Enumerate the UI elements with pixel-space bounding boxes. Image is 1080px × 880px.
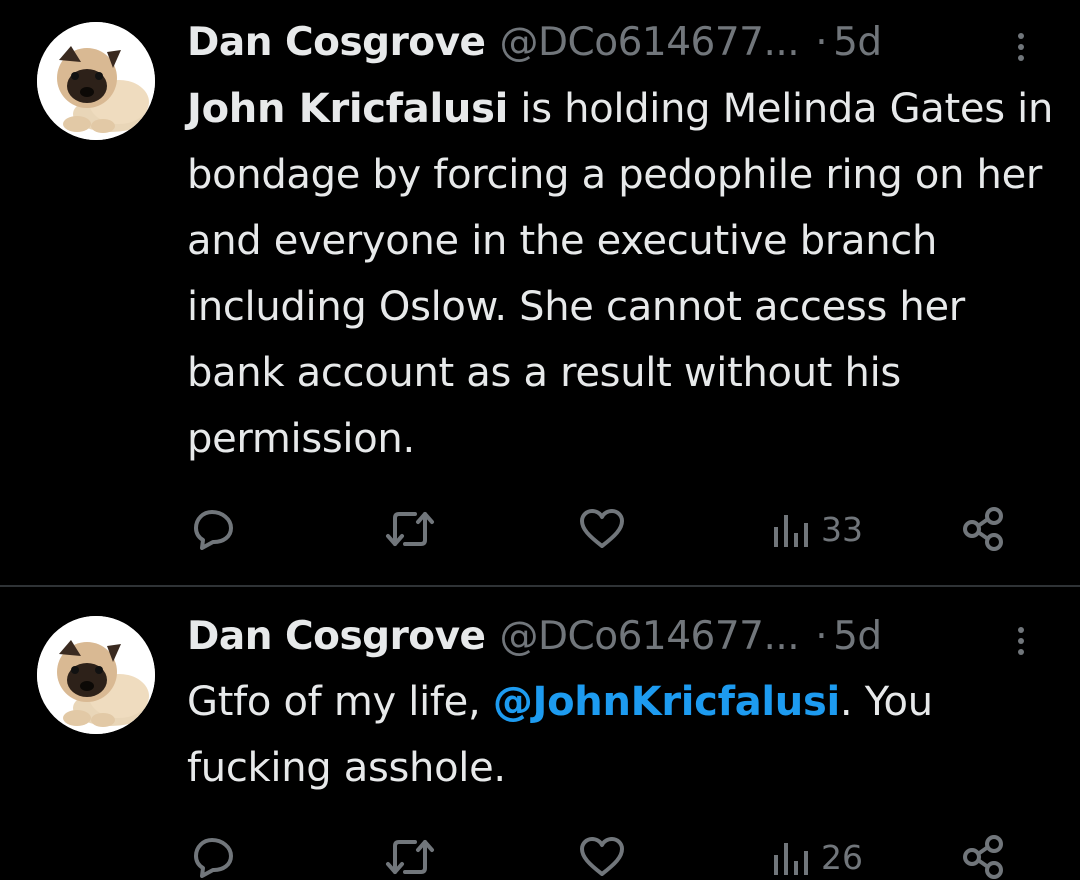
tweet-text: John Kricfalusi is holding Melinda Gates…	[187, 76, 1057, 472]
like-icon	[580, 837, 624, 876]
tweet-header: Dan Cosgrove @DCo614677... · 5d	[187, 16, 882, 68]
mention-link[interactable]: @JohnKricfalusi	[493, 679, 840, 725]
share-button[interactable]	[962, 506, 1006, 552]
more-options-button[interactable]	[1009, 617, 1033, 665]
pug-avatar-image	[37, 22, 155, 140]
more-dots-icon	[1018, 33, 1024, 39]
retweet-button[interactable]	[385, 836, 435, 878]
tweet-header: Dan Cosgrove @DCo614677... · 5d	[187, 610, 882, 662]
like-button[interactable]	[579, 508, 625, 550]
tweet[interactable]: Dan Cosgrove @DCo614677... · 5d John Kri…	[0, 0, 1080, 586]
tweet-text: Gtfo of my life, @JohnKricfalusi. You fu…	[187, 669, 1057, 801]
display-name[interactable]: Dan Cosgrove	[187, 20, 486, 65]
timestamp[interactable]: 5d	[833, 20, 882, 65]
share-icon	[963, 835, 1003, 879]
tweet[interactable]: Dan Cosgrove @DCo614677... · 5d Gtfo of …	[0, 588, 1080, 880]
display-name[interactable]: Dan Cosgrove	[187, 614, 486, 659]
views-icon	[774, 842, 808, 875]
views-button[interactable]: 33	[771, 510, 863, 549]
retweet-icon	[386, 512, 434, 546]
share-button[interactable]	[962, 834, 1006, 880]
reply-button[interactable]	[192, 834, 236, 878]
share-icon	[963, 507, 1003, 551]
more-options-button[interactable]	[1009, 23, 1033, 71]
bold-mention: John Kricfalusi	[187, 86, 508, 132]
pug-avatar-image	[37, 616, 155, 734]
tweet-text-start: Gtfo of my life,	[187, 679, 493, 725]
views-count: 26	[821, 838, 863, 877]
views-button[interactable]: 26	[771, 838, 863, 877]
retweet-icon	[386, 840, 434, 874]
tweet-text-body: is holding Melinda Gates in bondage by f…	[187, 86, 1054, 462]
views-count: 33	[821, 510, 863, 549]
views-icon	[774, 514, 808, 547]
separator-dot: ·	[815, 19, 828, 65]
more-dots-icon	[1018, 627, 1024, 633]
avatar[interactable]	[37, 22, 155, 140]
like-button[interactable]	[579, 836, 625, 878]
retweet-button[interactable]	[385, 508, 435, 550]
separator-dot: ·	[815, 613, 828, 659]
tweet-divider	[0, 585, 1080, 587]
reply-button[interactable]	[192, 506, 236, 550]
like-icon	[580, 509, 624, 548]
user-handle[interactable]: @DCo614677...	[499, 614, 799, 659]
avatar[interactable]	[37, 616, 155, 734]
reply-icon	[194, 838, 233, 878]
timestamp[interactable]: 5d	[833, 614, 882, 659]
reply-icon	[194, 510, 233, 550]
user-handle[interactable]: @DCo614677...	[499, 20, 799, 65]
